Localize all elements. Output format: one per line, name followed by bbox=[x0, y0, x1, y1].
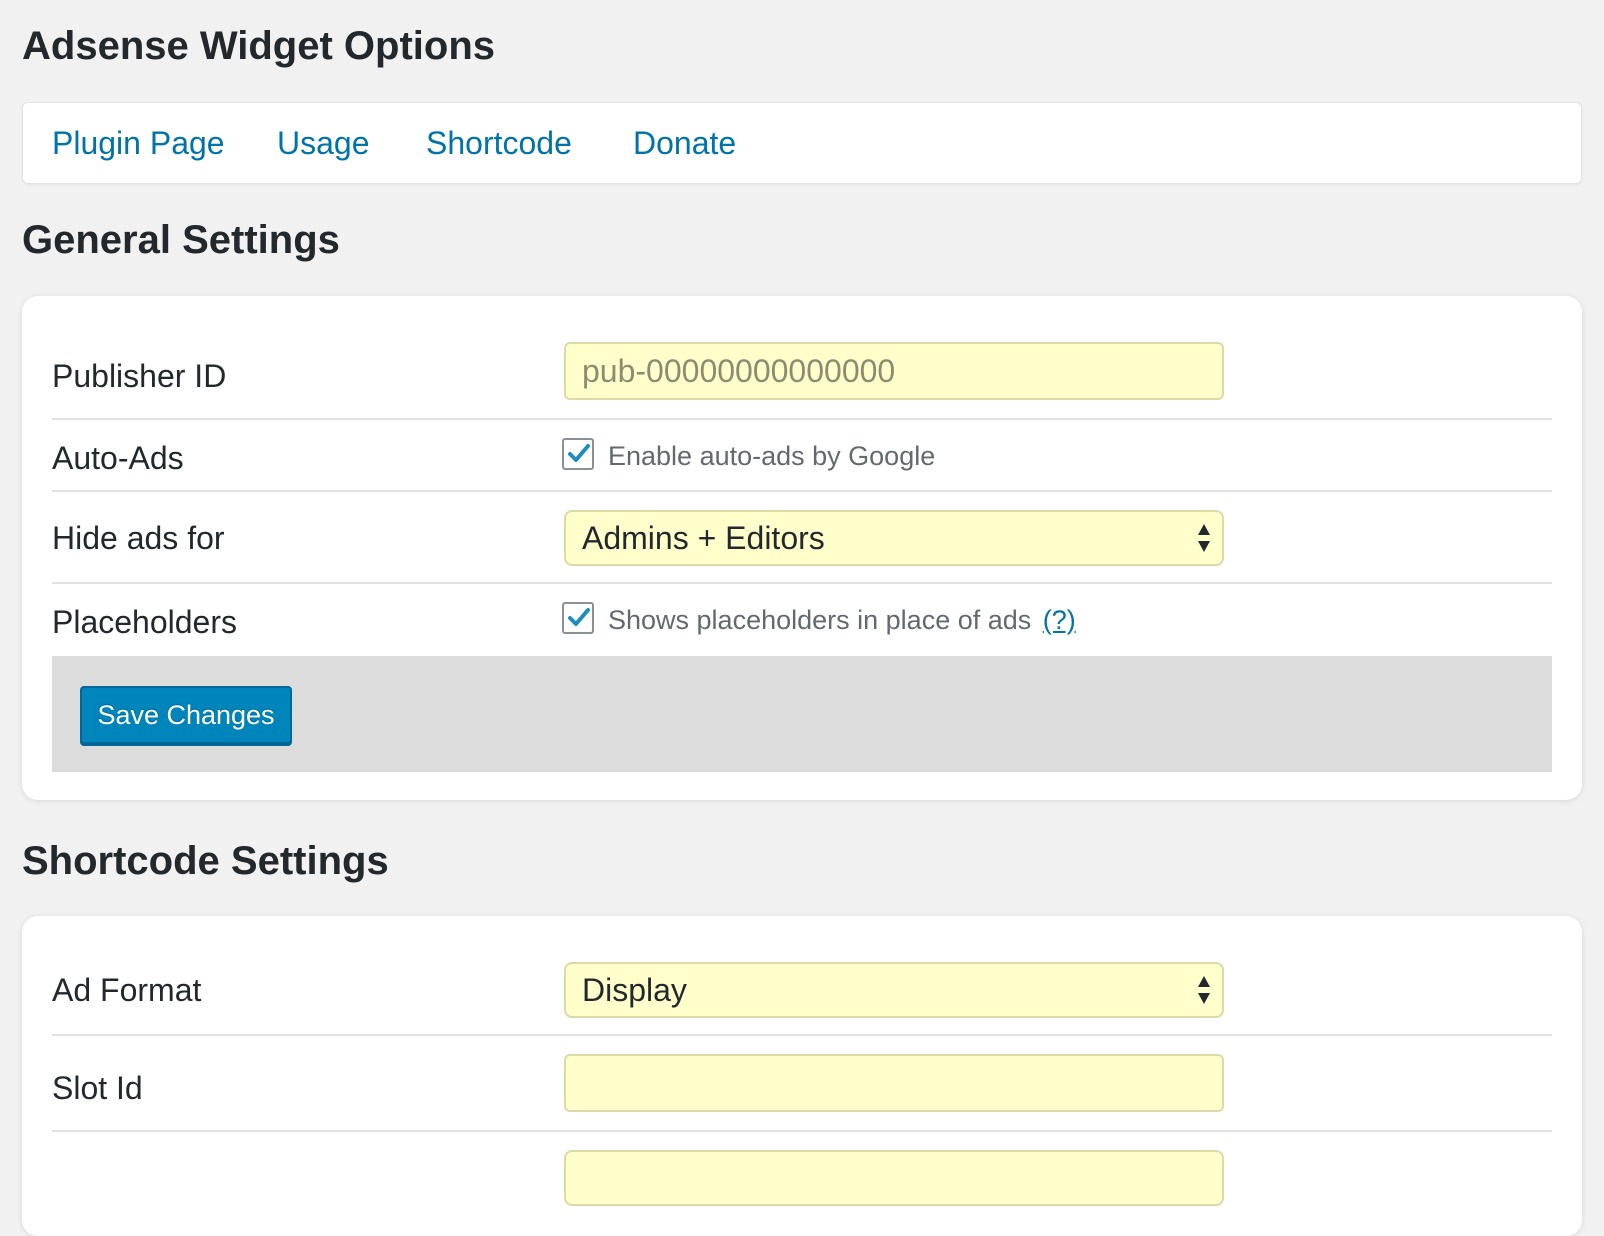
slot-id-label: Slot Id bbox=[52, 1070, 143, 1106]
ad-format-select[interactable]: Display bbox=[564, 962, 1224, 1018]
nav-link-shortcode[interactable]: Shortcode bbox=[426, 123, 572, 163]
shortcode-settings-title: Shortcode Settings bbox=[22, 839, 389, 883]
auto-ads-checkbox-label: Enable auto-ads by Google bbox=[608, 441, 936, 471]
publisher-id-input[interactable] bbox=[564, 342, 1224, 400]
partial-field[interactable] bbox=[564, 1150, 1224, 1206]
auto-ads-label: Auto-Ads bbox=[52, 440, 184, 476]
select-arrows-icon bbox=[1198, 524, 1210, 552]
placeholders-checkbox-label-wrap: Shows placeholders in place of ads (?) bbox=[608, 602, 1076, 638]
hide-ads-label: Hide ads for bbox=[52, 520, 225, 556]
ad-format-selected-value: Display bbox=[582, 972, 687, 1008]
select-arrows-icon bbox=[1198, 976, 1210, 1004]
plugin-nav: Plugin Page Usage Shortcode Donate bbox=[22, 102, 1582, 184]
checkmark-icon bbox=[568, 608, 590, 626]
general-settings-title: General Settings bbox=[22, 218, 340, 262]
hide-ads-selected-value: Admins + Editors bbox=[582, 520, 825, 556]
general-settings-card: Publisher ID Auto-Ads Enable auto-ads by… bbox=[22, 296, 1582, 800]
submit-area: Save Changes bbox=[52, 656, 1552, 772]
page-title: Adsense Widget Options bbox=[22, 24, 496, 68]
row-divider bbox=[52, 582, 1552, 584]
shortcode-settings-card: Ad Format Display Slot Id bbox=[22, 916, 1582, 1236]
save-changes-button[interactable]: Save Changes bbox=[80, 686, 292, 744]
nav-link-donate[interactable]: Donate bbox=[633, 123, 736, 163]
ad-format-label: Ad Format bbox=[52, 972, 202, 1008]
placeholders-checkbox-label: Shows placeholders in place of ads bbox=[608, 605, 1032, 635]
row-divider bbox=[52, 1034, 1552, 1036]
auto-ads-checkbox[interactable] bbox=[562, 438, 594, 470]
placeholders-help-link[interactable]: (?) bbox=[1043, 605, 1076, 635]
row-divider bbox=[52, 1130, 1552, 1132]
checkmark-icon bbox=[568, 444, 590, 462]
nav-link-plugin-page[interactable]: Plugin Page bbox=[52, 123, 225, 163]
publisher-id-label: Publisher ID bbox=[52, 358, 227, 394]
nav-link-usage[interactable]: Usage bbox=[277, 123, 370, 163]
row-divider bbox=[52, 418, 1552, 420]
hide-ads-select[interactable]: Admins + Editors bbox=[564, 510, 1224, 566]
placeholders-label: Placeholders bbox=[52, 604, 237, 640]
slot-id-input[interactable] bbox=[564, 1054, 1224, 1112]
row-divider bbox=[52, 490, 1552, 492]
placeholders-checkbox[interactable] bbox=[562, 602, 594, 634]
